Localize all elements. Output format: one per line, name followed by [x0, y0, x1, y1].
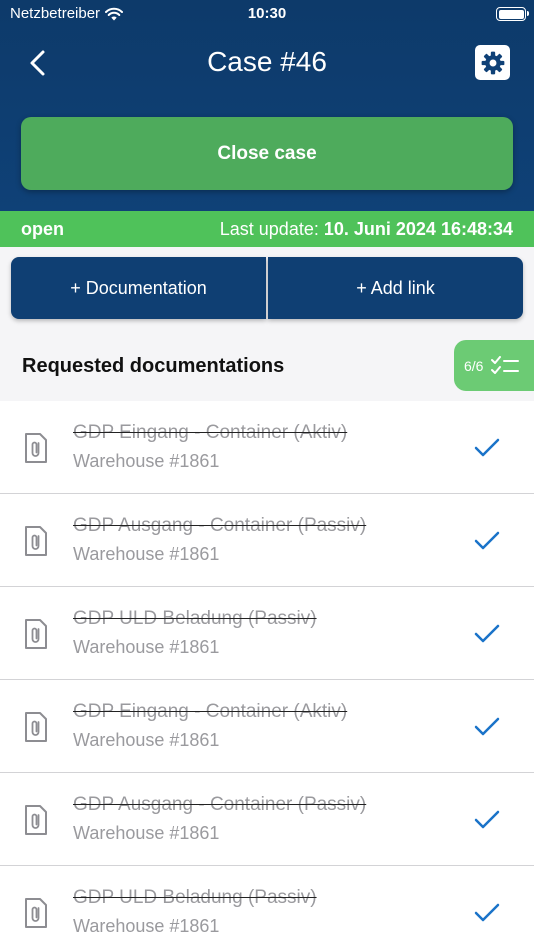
back-button[interactable] — [20, 44, 54, 82]
page-title: Case #46 — [207, 46, 327, 77]
list-item[interactable]: GDP ULD Beladung (Passiv) Warehouse #186… — [0, 866, 534, 950]
paperclip-document-icon — [25, 619, 47, 649]
documentation-title: GDP Eingang - Container (Aktiv) — [73, 422, 348, 443]
list-item[interactable]: GDP Eingang - Container (Aktiv) Warehous… — [0, 401, 534, 494]
checkmark-icon — [474, 438, 500, 457]
documentation-location: Warehouse #1861 — [73, 544, 220, 564]
progress-badge[interactable]: 6/6 — [454, 340, 534, 391]
documentation-title: GDP Ausgang - Container (Passiv) — [73, 794, 367, 815]
settings-button[interactable] — [475, 45, 510, 80]
documentation-title: GDP Eingang - Container (Aktiv) — [73, 701, 348, 722]
documentation-location: Warehouse #1861 — [73, 637, 220, 657]
documentation-title: GDP ULD Beladung (Passiv) — [73, 887, 317, 908]
checkmark-icon — [474, 717, 500, 736]
status-time: 10:30 — [247, 5, 287, 22]
status-bar: Netzbetreiber 10:30 — [0, 0, 534, 28]
status-strip: open Last update: 10. Juni 2024 16:48:34 — [0, 211, 534, 247]
list-item[interactable]: GDP ULD Beladung (Passiv) Warehouse #186… — [0, 587, 534, 680]
paperclip-document-icon — [25, 433, 47, 463]
documentation-list: GDP Eingang - Container (Aktiv) Warehous… — [0, 401, 534, 950]
add-documentation-button[interactable]: + Documentation — [11, 257, 266, 319]
progress-count: 6/6 — [464, 357, 484, 374]
checkmark-icon — [474, 531, 500, 550]
last-update-value: 10. Juni 2024 16:48:34 — [323, 219, 513, 239]
chevron-left-icon — [30, 50, 45, 76]
documentation-location: Warehouse #1861 — [73, 730, 220, 750]
paperclip-document-icon — [25, 712, 47, 742]
documentation-title: GDP ULD Beladung (Passiv) — [73, 608, 317, 629]
battery-icon — [496, 7, 529, 21]
last-update: Last update: 10. Juni 2024 16:48:34 — [220, 219, 513, 240]
documentation-location: Warehouse #1861 — [73, 823, 220, 843]
paperclip-document-icon — [25, 805, 47, 835]
documentation-title: GDP Ausgang - Container (Passiv) — [73, 515, 367, 536]
checkmark-icon — [474, 624, 500, 643]
last-update-label: Last update: — [219, 219, 319, 239]
checkmark-icon — [474, 810, 500, 829]
close-case-button[interactable]: Close case — [21, 117, 513, 190]
documentation-location: Warehouse #1861 — [73, 916, 220, 936]
checkmark-icon — [474, 903, 500, 922]
add-link-button[interactable]: + Add link — [268, 257, 523, 319]
section-title: Requested documentations — [22, 355, 285, 377]
list-item[interactable]: GDP Eingang - Container (Aktiv) Warehous… — [0, 680, 534, 773]
list-item[interactable]: GDP Ausgang - Container (Passiv) Warehou… — [0, 494, 534, 587]
paperclip-document-icon — [25, 898, 47, 928]
documentation-location: Warehouse #1861 — [73, 451, 220, 471]
gear-icon — [481, 51, 504, 74]
header: Netzbetreiber 10:30 Case #46 Close case — [0, 0, 534, 211]
list-item[interactable]: GDP Ausgang - Container (Passiv) Warehou… — [0, 773, 534, 866]
status-badge: open — [21, 219, 64, 239]
paperclip-document-icon — [25, 526, 47, 556]
checklist-icon — [491, 355, 520, 374]
